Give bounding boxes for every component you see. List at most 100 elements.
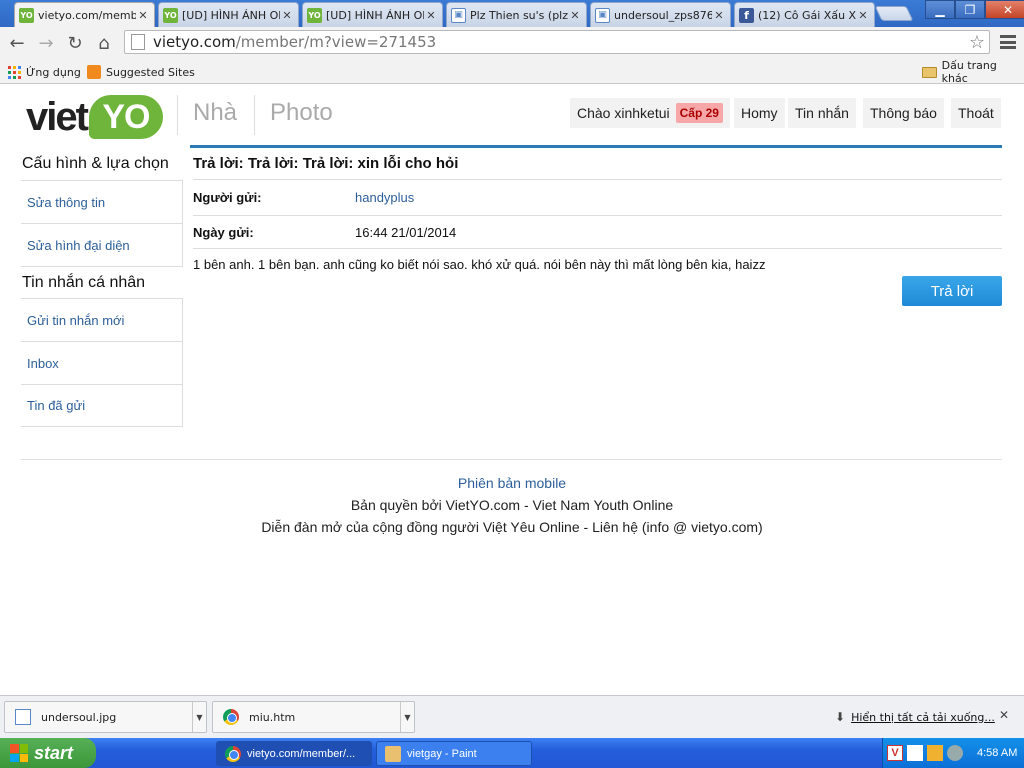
vietyo-favicon-icon: YO bbox=[163, 7, 178, 23]
logo-text: viet bbox=[26, 94, 89, 139]
browser-tab[interactable]: YO vietyo.com/member ✕ bbox=[14, 2, 155, 27]
tray-v-icon[interactable]: V bbox=[887, 745, 903, 761]
user-greeting[interactable]: Chào xinhketui Cấp 29 bbox=[570, 98, 730, 128]
url-host: vietyo.com bbox=[153, 33, 236, 51]
task-label: vietyo.com/member/... bbox=[247, 747, 356, 760]
sidebar-item-edit-profile[interactable]: Sửa thông tin bbox=[21, 180, 183, 223]
sender-link[interactable]: handyplus bbox=[355, 190, 414, 205]
sidebar: Cấu hình & lựa chọn Sửa thông tin Sửa hì… bbox=[21, 148, 183, 427]
system-tray: V 4:58 AM bbox=[882, 738, 1024, 768]
show-all-label: Hiển thị tất cả tải xuống... bbox=[851, 710, 995, 724]
tab-strip: YO vietyo.com/member ✕ YO [UD] HÌNH ẢNH … bbox=[0, 0, 1024, 27]
sender-row: Người gửi: handyplus bbox=[193, 180, 1002, 216]
bookmark-label: Suggested Sites bbox=[106, 65, 195, 79]
close-tab-icon[interactable]: ✕ bbox=[856, 9, 870, 22]
show-all-downloads-link[interactable]: ⬇ Hiển thị tất cả tải xuống... bbox=[835, 710, 995, 724]
close-tab-icon[interactable]: ✕ bbox=[280, 9, 294, 22]
minimize-icon[interactable]: ▁ bbox=[925, 0, 955, 19]
reply-button[interactable]: Trả lời bbox=[902, 276, 1002, 306]
taskbar-item-paint[interactable]: vietgay - Paint bbox=[376, 741, 532, 766]
sidebar-section-title: Cấu hình & lựa chọn bbox=[22, 155, 169, 172]
tab-title: Plz Thien su's (plzth bbox=[470, 8, 568, 22]
bookmark-suggested-sites[interactable]: Suggested Sites bbox=[87, 64, 195, 80]
chevron-down-icon[interactable]: ▼ bbox=[192, 702, 206, 732]
apps-grid-icon bbox=[8, 65, 21, 79]
maximize-icon[interactable]: ❐ bbox=[955, 0, 985, 19]
nav-divider bbox=[254, 95, 255, 135]
copyright-text: Bản quyền bởi VietYO.com - Viet Nam Yout… bbox=[350, 497, 674, 513]
back-arrow-icon[interactable]: ← bbox=[6, 32, 28, 54]
browser-tab[interactable]: YO [UD] HÌNH ẢNH OF ✕ bbox=[302, 2, 443, 27]
mobile-version-link[interactable]: Phiên bản mobile bbox=[0, 472, 1024, 494]
facebook-favicon-icon: f bbox=[739, 7, 754, 23]
notifications-link[interactable]: Thông báo bbox=[863, 98, 944, 128]
bookmark-star-icon[interactable]: ☆ bbox=[969, 32, 985, 53]
forward-arrow-icon[interactable]: → bbox=[35, 32, 57, 54]
taskbar-item-chrome[interactable]: vietyo.com/member/... bbox=[216, 741, 372, 766]
url-path: /member/m?view=271453 bbox=[235, 33, 437, 51]
close-tab-icon[interactable]: ✕ bbox=[136, 9, 150, 22]
tab-title: vietyo.com/member bbox=[38, 8, 136, 22]
close-tab-icon[interactable]: ✕ bbox=[568, 9, 582, 22]
home-icon[interactable]: ⌂ bbox=[93, 32, 115, 54]
tab-title: [UD] HÌNH ẢNH OF bbox=[182, 8, 280, 22]
browser-menu-icon[interactable] bbox=[1000, 35, 1016, 49]
windows-taskbar: start vietyo.com/member/... vietgay - Pa… bbox=[0, 738, 1024, 768]
browser-tab[interactable]: f (12) Cô Gái Xấu Xí ✕ bbox=[734, 2, 875, 27]
messages-link[interactable]: Tin nhắn bbox=[788, 98, 856, 128]
forum-text: Diễn đàn mở của cộng đồng người Việt Yêu… bbox=[261, 519, 763, 535]
tab-title: [UD] HÌNH ẢNH OF bbox=[326, 8, 424, 22]
image-file-icon bbox=[15, 709, 31, 725]
start-label: start bbox=[34, 742, 74, 763]
suggested-sites-icon bbox=[87, 65, 101, 79]
sender-label: Người gửi: bbox=[193, 190, 262, 205]
address-bar[interactable]: vietyo.com /member/m?view=271453 ☆ bbox=[124, 30, 990, 54]
message-subject: Trả lời: Trả lời: Trả lời: xin lỗi cho h… bbox=[193, 148, 1002, 180]
date-row: Ngày gửi: 16:44 21/01/2014 bbox=[193, 216, 1002, 249]
windows-logo-icon bbox=[10, 744, 28, 762]
footer-divider bbox=[21, 459, 1002, 460]
start-button[interactable]: start bbox=[0, 738, 96, 768]
download-item[interactable]: undersoul.jpg ▼ bbox=[4, 701, 207, 733]
vietyo-favicon-icon: YO bbox=[307, 7, 322, 23]
close-tab-icon[interactable]: ✕ bbox=[424, 9, 438, 22]
tray-app-icon[interactable] bbox=[907, 745, 923, 761]
sidebar-item-edit-avatar[interactable]: Sửa hình đại diện bbox=[21, 223, 183, 266]
vietyo-favicon-icon: YO bbox=[19, 7, 34, 23]
bookmark-other[interactable]: Dấu trang khác bbox=[922, 59, 1024, 85]
close-tab-icon[interactable]: ✕ bbox=[712, 9, 726, 22]
download-item[interactable]: miu.htm ▼ bbox=[212, 701, 415, 733]
sidebar-section-title: Tin nhắn cá nhân bbox=[21, 266, 183, 298]
message-view: Trả lời: Trả lời: Trả lời: xin lỗi cho h… bbox=[193, 148, 1002, 306]
bookmarks-bar: Ứng dụng Suggested Sites Dấu trang khác bbox=[0, 59, 1024, 85]
close-window-icon[interactable]: ✕ bbox=[985, 0, 1024, 19]
homy-link[interactable]: Homy bbox=[734, 98, 785, 128]
reload-icon[interactable]: ↻ bbox=[64, 32, 86, 54]
sidebar-item-new-message[interactable]: Gửi tin nhắn mới bbox=[21, 298, 183, 341]
tray-security-icon[interactable] bbox=[927, 745, 943, 761]
bookmark-apps[interactable]: Ứng dụng bbox=[8, 64, 81, 80]
tray-volume-icon[interactable] bbox=[947, 745, 963, 761]
sidebar-item-sent[interactable]: Tin đã gửi bbox=[21, 384, 183, 427]
paint-icon bbox=[385, 745, 401, 762]
sidebar-item-inbox[interactable]: Inbox bbox=[21, 341, 183, 384]
browser-tab[interactable]: YO [UD] HÌNH ẢNH OF ✕ bbox=[158, 2, 299, 27]
footer: Phiên bản mobile Bản quyền bởi VietYO.co… bbox=[0, 472, 1024, 538]
new-tab-button[interactable] bbox=[874, 6, 914, 21]
image-favicon-icon: ▣ bbox=[451, 7, 466, 23]
download-arrow-icon: ⬇ bbox=[835, 710, 846, 724]
chevron-down-icon[interactable]: ▼ bbox=[400, 702, 414, 732]
bookmark-label: Ứng dụng bbox=[26, 65, 81, 79]
greeting-text: Chào xinhketui bbox=[577, 105, 670, 121]
browser-tab[interactable]: ▣ Plz Thien su's (plzth ✕ bbox=[446, 2, 587, 27]
logo-yo-bubble: YO bbox=[88, 95, 163, 139]
browser-tab[interactable]: ▣ undersoul_zps8769 ✕ bbox=[590, 2, 731, 27]
date-label: Ngày gửi: bbox=[193, 224, 254, 240]
vietyo-logo[interactable]: viet YO bbox=[26, 93, 163, 141]
nav-home-link[interactable]: Nhà bbox=[193, 99, 237, 127]
logout-link[interactable]: Thoát bbox=[951, 98, 1001, 128]
message-body: 1 bên anh. 1 bên bạn. anh cũng ko biết n… bbox=[193, 257, 766, 272]
nav-photo-link[interactable]: Photo bbox=[270, 99, 333, 127]
page-icon bbox=[131, 34, 145, 50]
close-shelf-icon[interactable]: ✕ bbox=[999, 708, 1009, 722]
